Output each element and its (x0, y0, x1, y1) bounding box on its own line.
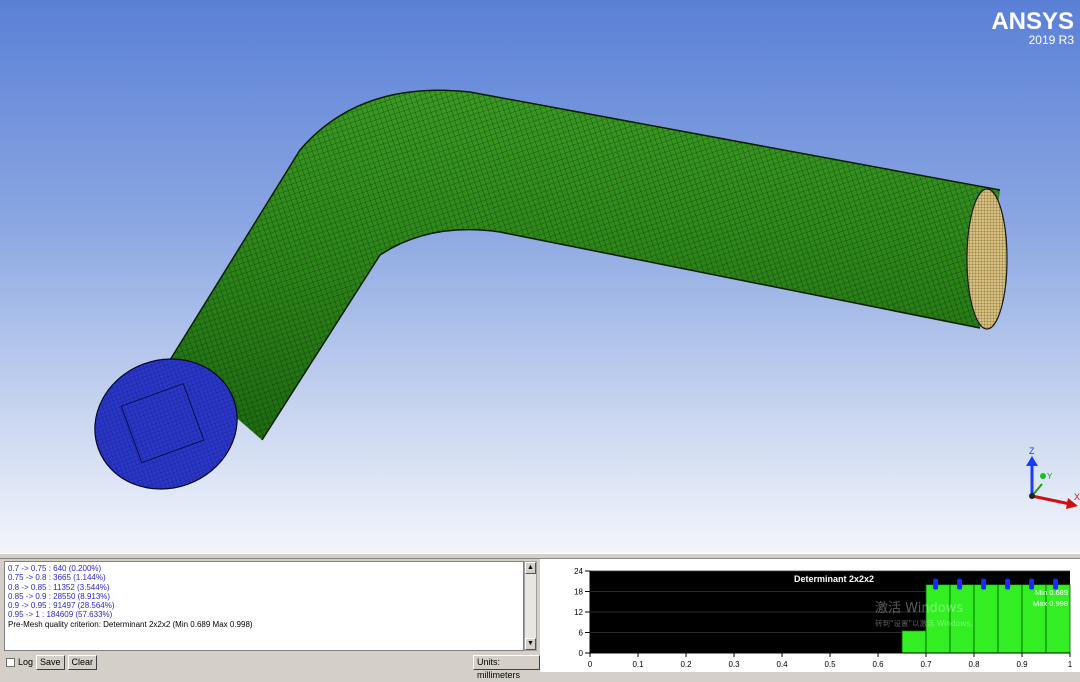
axis-triad[interactable]: Z X Y (1012, 440, 1080, 520)
console-scrollbar[interactable]: ▲ ▼ (524, 561, 537, 651)
x-tick-label: 0.7 (920, 660, 932, 669)
scroll-up-icon[interactable]: ▲ (525, 562, 536, 574)
log-line: 0.8 -> 0.85 : 11352 (3.544%) (8, 582, 110, 592)
watermark-line2: 转到"设置"以激活 Windows。 (875, 618, 978, 628)
histogram-title: Determinant 2x2x2 (794, 574, 874, 584)
x-tick-label: 0.8 (968, 660, 980, 669)
x-axis-label: X (1074, 492, 1080, 502)
x-axis-icon (1031, 494, 1071, 506)
x-tick-label: 0.1 (632, 660, 644, 669)
quality-histogram[interactable]: 0 6 12 18 24 0 0.1 0.2 0.3 0.4 0.5 0.6 0.7 0.8 0.9 1 Det… (540, 559, 1080, 672)
watermark-line1: 激活 Windows (875, 601, 963, 616)
pipe-body (169, 89, 1001, 441)
clear-button[interactable]: Clear (67, 654, 98, 670)
x-tick-label: 0.3 (728, 660, 740, 669)
y-tick-label: 24 (574, 567, 583, 576)
quality-summary: Pre-Mesh quality criterion: Determinant … (8, 619, 253, 629)
x-tick-label: 0.9 (1016, 660, 1028, 669)
histogram-max-label: Max 0.998 (1033, 599, 1068, 608)
quality-histogram-panel: 0 6 12 18 24 0 0.1 0.2 0.3 0.4 0.5 0.6 0.7 0.8 0.9 1 Det… (540, 559, 1080, 672)
x-tick-label: 0.5 (824, 660, 836, 669)
histogram-marker (957, 578, 963, 590)
z-axis-label: Z (1029, 446, 1035, 456)
histogram-bar (997, 584, 1023, 654)
y-tick-label: 0 (579, 649, 584, 658)
save-button[interactable]: Save (36, 654, 65, 670)
graphics-viewport[interactable]: ANSYS 2019 R3 Z X Y (0, 0, 1080, 553)
pipe-mesh-model (94, 89, 1008, 490)
message-console: 0.7 -> 0.75 : 640 (0.200%) 0.75 -> 0.8 :… (0, 559, 540, 680)
ansys-logo: ANSYS 2019 R3 (991, 10, 1074, 47)
histogram-marker (981, 578, 987, 590)
x-tick-label: 0.6 (872, 660, 884, 669)
log-label: Log (18, 657, 34, 667)
x-tick-label: 0 (588, 660, 593, 669)
console-log[interactable]: 0.7 -> 0.75 : 640 (0.200%) 0.75 -> 0.8 :… (4, 561, 524, 651)
x-tick-label: 0.2 (680, 660, 692, 669)
log-line: 0.9 -> 0.95 : 91497 (28.564%) (8, 601, 115, 611)
brand-version: 2019 R3 (1028, 33, 1074, 47)
histogram-min-label: Min 0.689 (1035, 588, 1068, 597)
log-checkbox[interactable] (6, 657, 15, 667)
units-button[interactable]: Units: millimeters (473, 655, 540, 680)
histogram-marker (1029, 578, 1035, 590)
histogram-marker (933, 578, 939, 590)
x-tick-label: 0.4 (776, 660, 788, 669)
outlet-face (966, 188, 1008, 330)
brand-name: ANSYS (991, 8, 1074, 35)
y-axis-label: Y (1047, 472, 1053, 481)
histogram-marker (1005, 578, 1011, 590)
log-line: 0.95 -> 1 : 184609 (57.633%) (8, 610, 113, 620)
x-tick-label: 1 (1068, 660, 1073, 669)
histogram-bar (901, 630, 927, 654)
log-line: 0.7 -> 0.75 : 640 (0.200%) (8, 564, 102, 573)
y-tick-label: 18 (574, 588, 583, 597)
y-tick-label: 12 (574, 608, 583, 617)
log-line: 0.75 -> 0.8 : 3665 (1.144%) (8, 573, 106, 583)
scroll-down-icon[interactable]: ▼ (525, 638, 536, 650)
log-line: 0.85 -> 0.9 : 28550 (8.913%) (8, 591, 111, 601)
y-tick-label: 6 (579, 629, 584, 638)
console-controls: Log Save Clear (4, 654, 98, 670)
